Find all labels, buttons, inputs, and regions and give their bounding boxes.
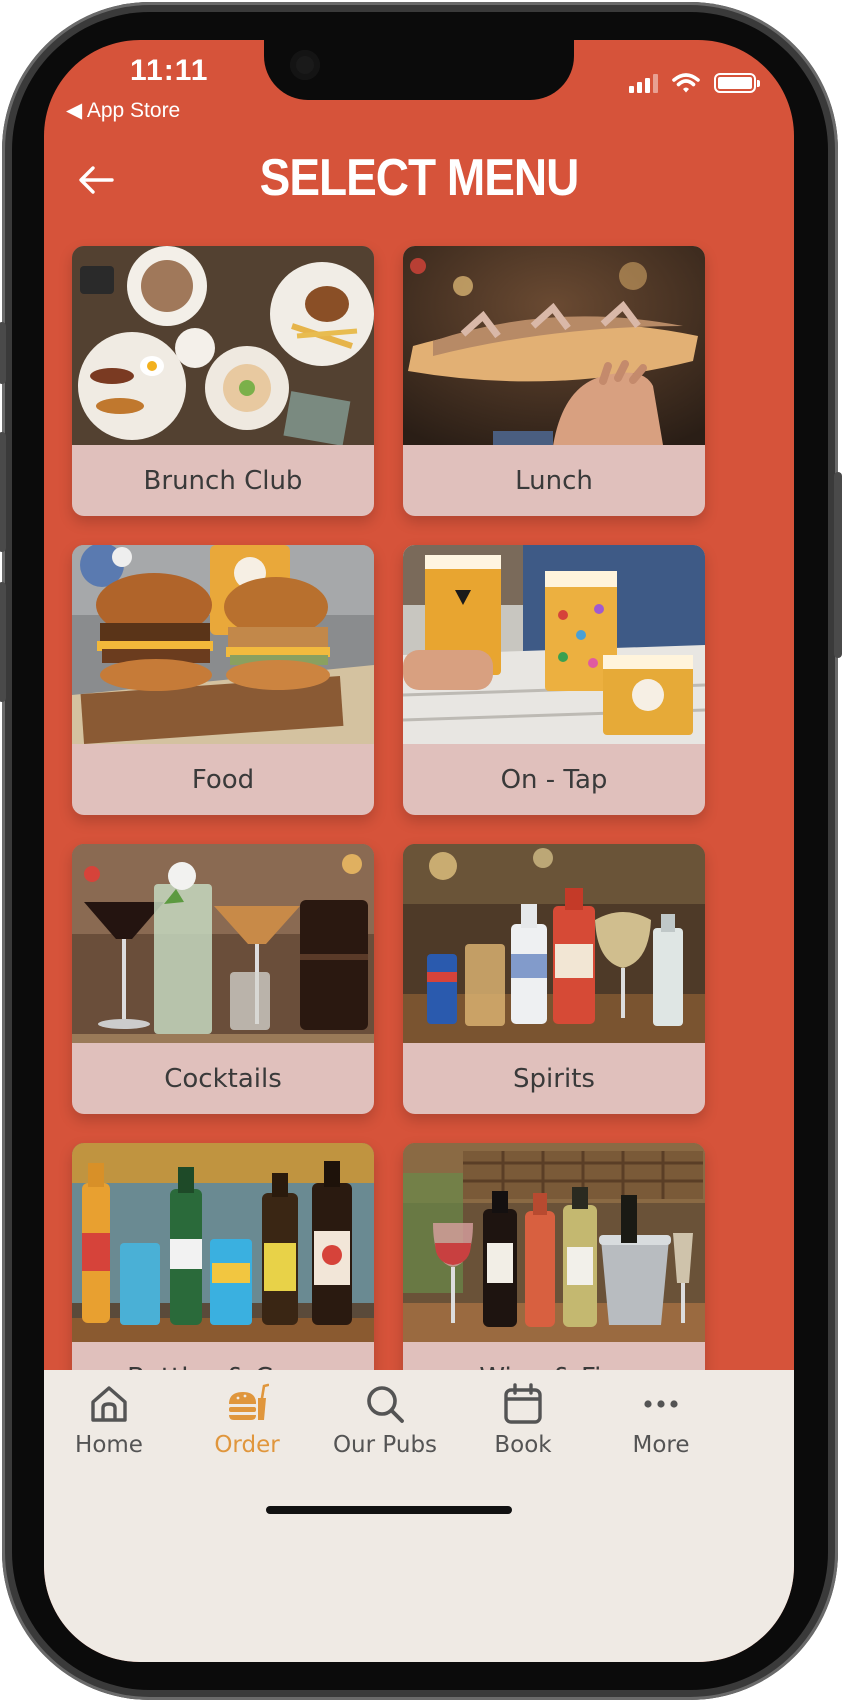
menu-card-label: Food bbox=[191, 764, 255, 795]
back-to-app-store-link[interactable]: ◀ App Store bbox=[66, 98, 180, 123]
home-indicator[interactable] bbox=[266, 1506, 512, 1514]
more-icon bbox=[644, 1400, 678, 1408]
cocktails-photo bbox=[72, 844, 374, 1043]
calendar-icon bbox=[504, 1383, 542, 1424]
tab-our-pubs[interactable]: Our Pubs bbox=[310, 1382, 460, 1458]
menu-card-brunch-club[interactable]: Brunch Club bbox=[72, 246, 374, 516]
tab-book[interactable]: Book bbox=[448, 1382, 598, 1458]
menu-card-label: Lunch bbox=[515, 465, 593, 496]
tab-home[interactable]: Home bbox=[44, 1382, 184, 1458]
burger-drink-icon bbox=[229, 1383, 269, 1420]
signal-icon bbox=[629, 73, 658, 93]
tab-label: Book bbox=[494, 1432, 552, 1458]
tab-more[interactable]: More bbox=[586, 1382, 736, 1458]
power-button bbox=[834, 472, 842, 658]
front-camera bbox=[290, 50, 320, 80]
wifi-icon bbox=[672, 73, 700, 93]
bottles-photo bbox=[72, 1143, 374, 1342]
app-screen: 11:11 ◀ App Store SELECT MENU Brunch Clu… bbox=[44, 40, 794, 1662]
wine-photo bbox=[403, 1143, 705, 1342]
burgers-photo bbox=[72, 545, 374, 744]
status-time: 11:11 bbox=[130, 54, 209, 87]
tab-label: More bbox=[632, 1432, 690, 1458]
tab-label: Our Pubs bbox=[332, 1432, 438, 1458]
page-title: SELECT MENU bbox=[259, 147, 580, 207]
tab-order[interactable]: Order bbox=[172, 1382, 322, 1458]
volume-up-button bbox=[0, 432, 6, 552]
baguette-photo bbox=[403, 246, 705, 445]
menu-card-label: On - Tap bbox=[500, 764, 608, 795]
back-triangle-icon: ◀ bbox=[66, 99, 83, 122]
spirits-photo bbox=[403, 844, 705, 1043]
menu-card-label: Spirits bbox=[513, 1063, 595, 1094]
back-app-label: App Store bbox=[86, 99, 181, 122]
menu-card-food[interactable]: Food bbox=[72, 545, 374, 815]
menu-card-cocktails[interactable]: Cocktails bbox=[72, 844, 374, 1114]
bottom-tab-bar: Home Order Our Pubs Book More bbox=[44, 1370, 794, 1662]
battery-icon bbox=[714, 73, 760, 93]
brunch-photo bbox=[72, 246, 374, 445]
search-icon bbox=[367, 1386, 404, 1423]
tab-label: Order bbox=[214, 1432, 280, 1458]
menu-card-label: Brunch Club bbox=[143, 465, 303, 496]
menu-card-label: Cocktails bbox=[164, 1063, 282, 1094]
menu-card-lunch[interactable]: Lunch bbox=[403, 246, 705, 516]
menu-card-on-tap[interactable]: On - Tap bbox=[403, 545, 705, 815]
tab-label: Home bbox=[75, 1432, 143, 1458]
status-icons bbox=[629, 72, 760, 94]
mute-switch bbox=[0, 322, 6, 384]
home-icon bbox=[91, 1386, 127, 1422]
volume-down-button bbox=[0, 582, 6, 702]
menu-card-spirits[interactable]: Spirits bbox=[403, 844, 705, 1114]
beer-photo bbox=[403, 545, 705, 744]
notch bbox=[264, 40, 574, 100]
